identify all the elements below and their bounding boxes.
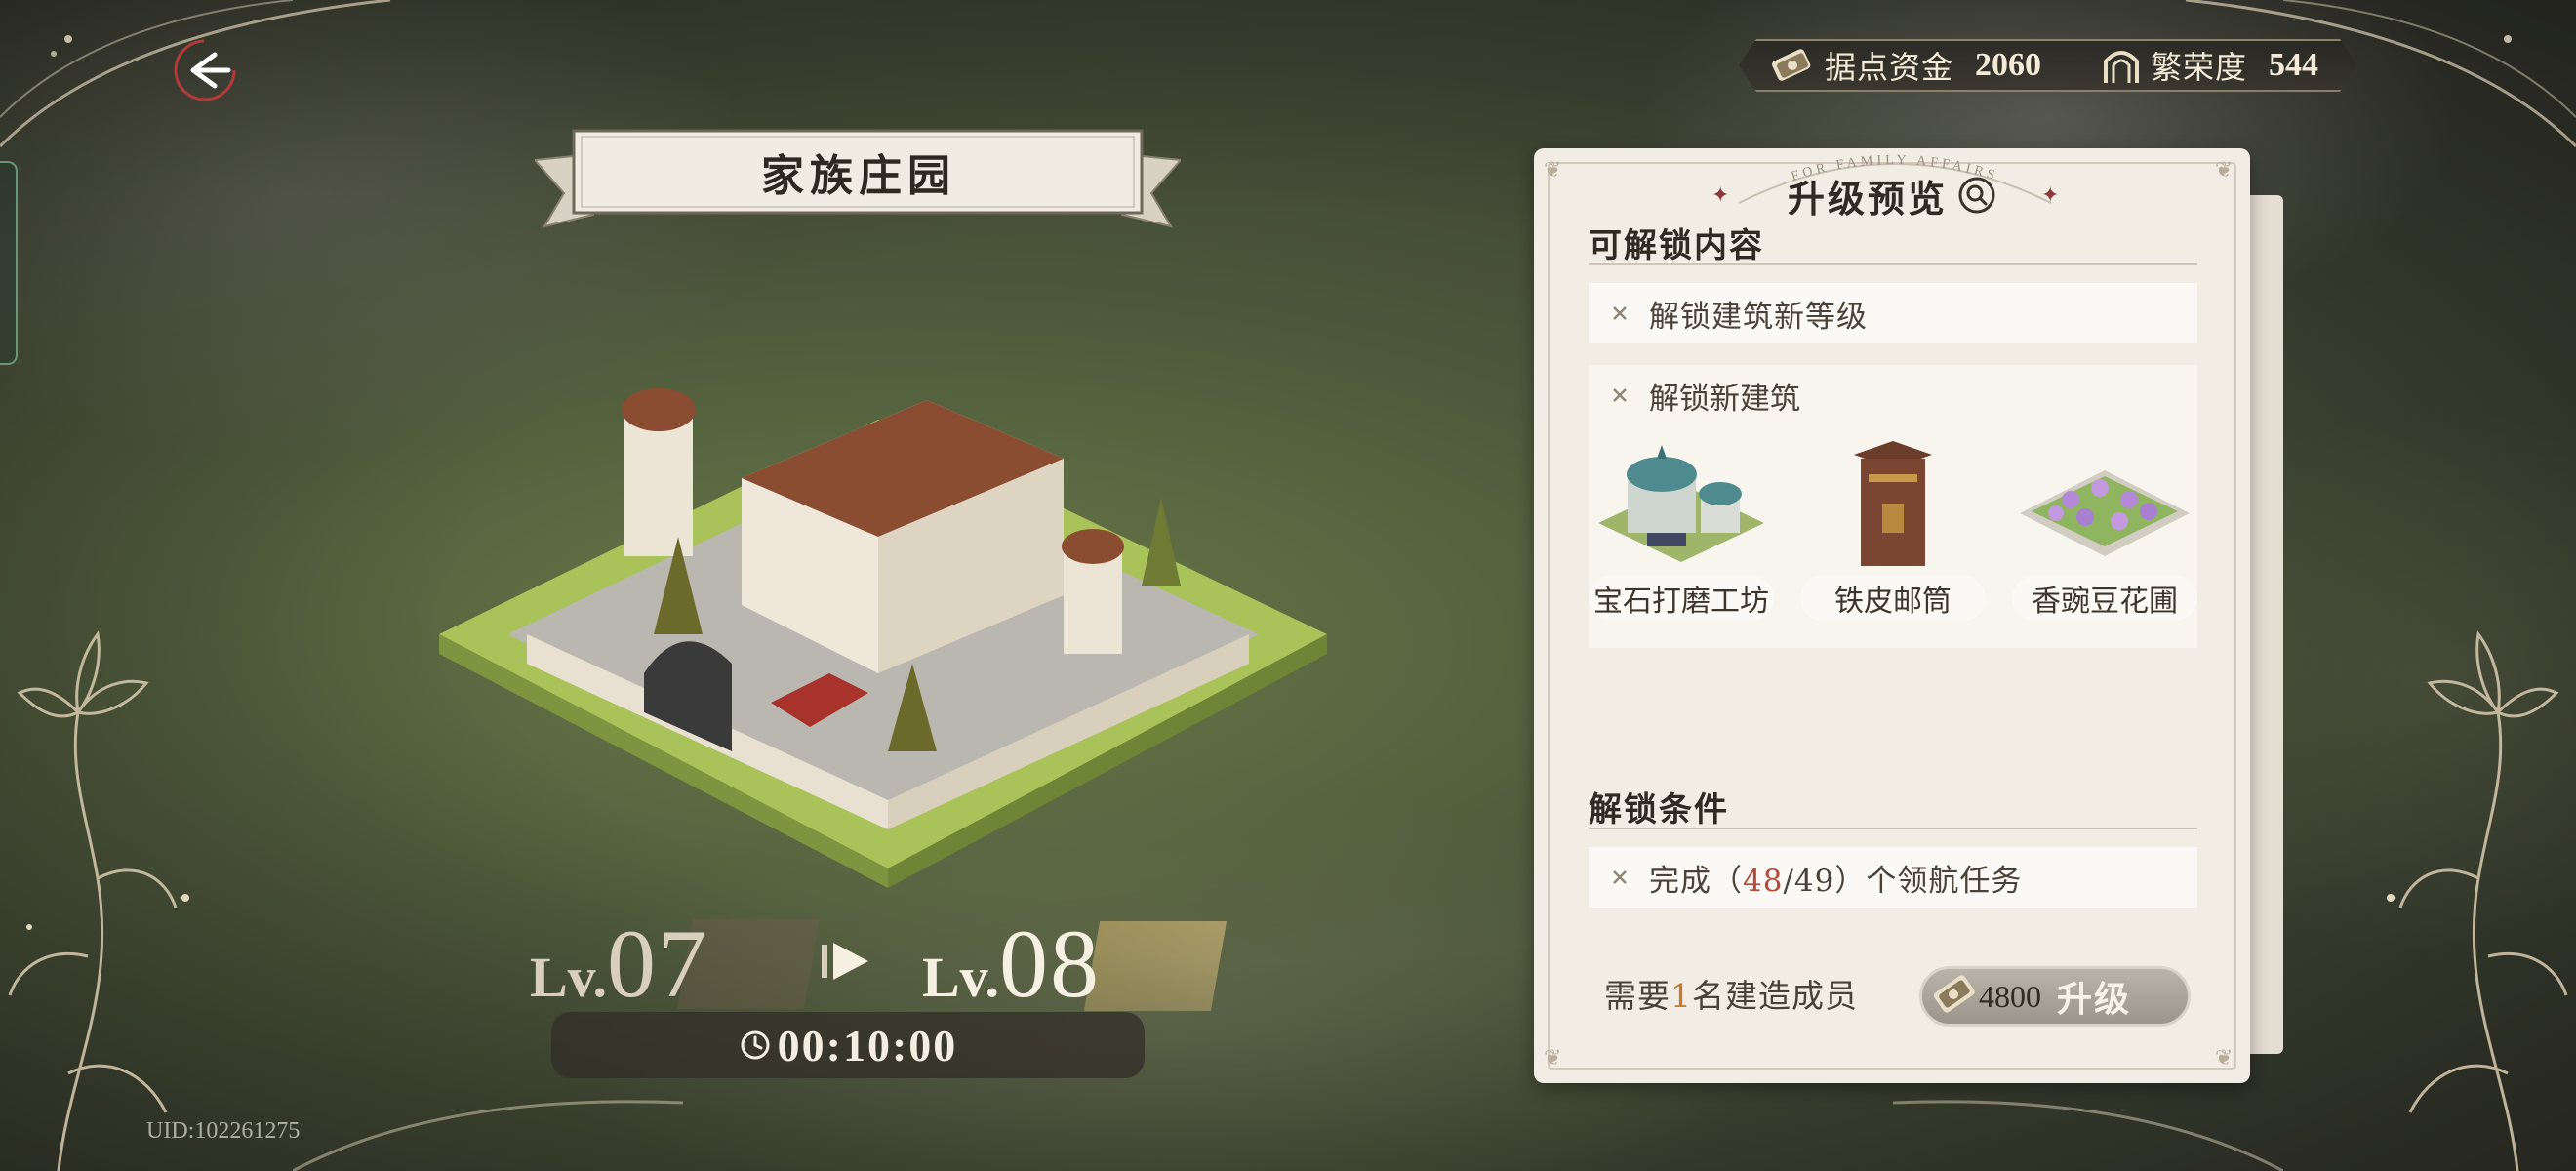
title-banner: 家族庄园 <box>535 125 1181 234</box>
prosperity-resource[interactable]: 繁荣度 544 <box>2100 41 2318 90</box>
fund-value: 2060 <box>1975 47 2042 83</box>
next-level-prefix: Lv. <box>922 946 999 1009</box>
upgrade-timer: 00:10:00 <box>551 1012 1145 1078</box>
magnifier-icon[interactable] <box>1957 176 1996 215</box>
unlock-buildings-text: 解锁新建筑 <box>1649 381 1800 417</box>
next-level-number: 08 <box>999 909 1101 1018</box>
condition-text: 完成（48/49）个领航任务 <box>1649 856 2022 900</box>
upgrade-label: 升级 <box>2057 979 2132 1020</box>
condition-row: 完成（48/49）个领航任务 <box>1589 847 2197 908</box>
user-id: UID:102261275 <box>146 1118 301 1144</box>
next-level: Lv. 08 <box>922 908 1228 1020</box>
back-button[interactable] <box>164 29 246 111</box>
corner-leaf-icon: ❦ <box>2215 1046 2234 1070</box>
corner-leaf-icon: ❦ <box>1544 1046 1562 1070</box>
building-item[interactable]: 铁皮邮筒 <box>1800 435 1986 630</box>
upgrade-button[interactable]: 4800 升级 <box>1919 966 2191 1027</box>
divider <box>1589 828 2197 829</box>
fund-coin-icon <box>1768 44 1817 87</box>
condition-progress: 48 <box>1743 863 1784 899</box>
manor-building-illustration <box>439 388 1327 888</box>
building-name: 铁皮邮筒 <box>1800 576 1986 621</box>
condition-suffix: /49）个领航任务 <box>1783 863 2023 899</box>
unlock-level-row: 解锁建筑新等级 <box>1589 283 2197 343</box>
flower-bed-icon <box>2020 470 2190 556</box>
current-level-prefix: Lv. <box>530 946 607 1009</box>
next-level-arrow-icon <box>822 943 868 980</box>
bottom-ornament-arc <box>293 1100 2283 1171</box>
builder-suffix: 名建造成员 <box>1692 977 1858 1015</box>
unlock-section-title: 可解锁内容 <box>1589 226 1764 265</box>
resource-bar: 据点资金 2060 繁荣度 544 <box>1739 39 2357 92</box>
fund-label: 据点资金 <box>1825 49 1954 86</box>
panel-title-text: 升级预览 <box>1787 176 1948 221</box>
prosperity-value: 544 <box>2269 47 2319 83</box>
current-level: Lv. 07 <box>530 908 821 1020</box>
page-title: 家族庄园 <box>761 151 956 201</box>
clock-icon <box>741 1030 770 1060</box>
cross-bullet-icon <box>1613 306 1627 320</box>
cross-bullet-icon <box>1613 870 1627 884</box>
prosperity-arch-icon <box>2100 44 2143 87</box>
floral-ornament-right <box>2387 630 2568 1171</box>
building-item[interactable]: 宝石打磨工坊 <box>1589 435 1774 630</box>
gem-workshop-icon <box>1598 445 1764 562</box>
back-arrow-icon <box>174 39 236 101</box>
unlock-level-text: 解锁建筑新等级 <box>1649 299 1868 335</box>
panel-title: 升级预览 <box>1534 166 2250 224</box>
unlock-buildings-row: 解锁新建筑 <box>1589 365 2197 425</box>
cross-bullet-icon <box>1613 388 1627 402</box>
current-level-number: 07 <box>607 909 708 1018</box>
builder-requirement: 需要1名建造成员 <box>1604 970 1858 1017</box>
condition-section-title: 解锁条件 <box>1589 790 1729 829</box>
mailbox-icon <box>1854 441 1932 566</box>
prosperity-label: 繁荣度 <box>2151 49 2248 86</box>
fund-coin-icon <box>1933 975 1975 1013</box>
condition-prefix: 完成（ <box>1649 863 1743 899</box>
upgrade-preview-panel: FOR FAMILY AFFAIRS ✦ ✦ ❦ ❦ ❦ ❦ 升级预览 可解锁内… <box>1534 148 2250 1083</box>
upgrade-cost: 4800 <box>1979 978 2041 1014</box>
building-name: 宝石打磨工坊 <box>1589 576 1774 621</box>
divider <box>1589 263 2197 265</box>
unlock-buildings-area: 解锁新建筑 宝石打磨工坊 铁皮邮筒 香豌豆花圃 <box>1589 365 2197 648</box>
building-name: 香豌豆花圃 <box>2012 576 2197 621</box>
building-item[interactable]: 香豌豆花圃 <box>2012 435 2197 630</box>
builder-count: 1 <box>1670 977 1692 1015</box>
builder-prefix: 需要 <box>1604 977 1670 1015</box>
floral-ornament-left <box>8 630 189 1171</box>
fund-resource[interactable]: 据点资金 2060 <box>1768 41 2041 90</box>
timer-text: 00:10:00 <box>777 1020 958 1070</box>
